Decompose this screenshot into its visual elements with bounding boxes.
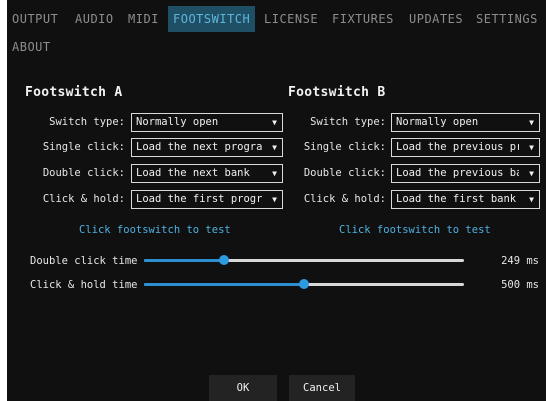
cancel-button[interactable]: Cancel: [289, 375, 355, 401]
select-value: Load the next program: [136, 141, 262, 153]
tab-bar: OUTPUT AUDIO MIDI FOOTSWITCH LICENSE FIX…: [7, 6, 546, 66]
tab-output[interactable]: OUTPUT: [7, 6, 63, 32]
footswitch-b-click-hold-label: Click & hold:: [303, 193, 386, 205]
footswitch-b-switch-type-label: Switch type:: [310, 116, 386, 128]
caret-down-icon: ▼: [529, 169, 534, 178]
caret-down-icon: ▼: [529, 143, 534, 152]
footswitch-b-double-click-label: Double click:: [303, 167, 386, 179]
tab-settings[interactable]: SETTINGS: [471, 6, 543, 32]
footswitch-a-switch-type-label: Switch type:: [49, 116, 125, 128]
slider-knob[interactable]: [299, 279, 309, 289]
footswitch-a-single-click-select[interactable]: Load the next program ▼: [131, 138, 283, 157]
select-value: Load the next bank: [136, 167, 250, 179]
slider-knob[interactable]: [219, 255, 229, 265]
double-click-time-label: Double click time: [30, 255, 138, 267]
tab-midi[interactable]: MIDI: [123, 6, 164, 32]
double-click-time-slider[interactable]: [144, 255, 464, 265]
ok-button[interactable]: OK: [209, 375, 277, 401]
footswitch-a-click-hold-label: Click & hold:: [42, 193, 125, 205]
select-value: Normally open: [396, 116, 479, 128]
footswitch-a-test-link[interactable]: Click footswitch to test: [79, 224, 231, 236]
caret-down-icon: ▼: [529, 195, 534, 204]
footswitch-a-switch-type-select[interactable]: Normally open ▼: [131, 113, 283, 132]
tab-fixtures[interactable]: FIXTURES: [327, 6, 399, 32]
caret-down-icon: ▼: [529, 118, 534, 127]
footswitch-a-double-click-select[interactable]: Load the next bank ▼: [131, 164, 283, 183]
footswitch-a-single-click-label: Single click:: [42, 141, 125, 153]
select-value: Load the previous program: [396, 141, 519, 153]
footswitch-b-title: Footswitch B: [288, 85, 386, 100]
slider-fill: [144, 283, 304, 286]
settings-window: OUTPUT AUDIO MIDI FOOTSWITCH LICENSE FIX…: [7, 0, 546, 401]
footswitch-b-single-click-select[interactable]: Load the previous program ▼: [391, 138, 540, 157]
footswitch-a-double-click-label: Double click:: [42, 167, 125, 179]
select-value: Load the first bank: [396, 193, 517, 205]
slider-fill: [144, 259, 224, 262]
footswitch-b-switch-type-select[interactable]: Normally open ▼: [391, 113, 540, 132]
select-value: Normally open: [136, 116, 219, 128]
click-hold-time-slider[interactable]: [144, 279, 464, 289]
double-click-time-value: 249 ms: [501, 255, 539, 267]
footswitch-b-single-click-label: Single click:: [303, 141, 386, 153]
tab-audio[interactable]: AUDIO: [70, 6, 119, 32]
tab-updates[interactable]: UPDATES: [404, 6, 468, 32]
select-value: Load the previous bank: [396, 167, 519, 179]
tab-about[interactable]: ABOUT: [7, 34, 56, 60]
click-hold-time-value: 500 ms: [501, 279, 539, 291]
tab-license[interactable]: LICENSE: [259, 6, 323, 32]
footswitch-b-double-click-select[interactable]: Load the previous bank ▼: [391, 164, 540, 183]
tab-footswitch[interactable]: FOOTSWITCH: [168, 6, 256, 32]
click-hold-time-label: Click & hold time: [30, 279, 138, 291]
footswitch-a-title: Footswitch A: [25, 85, 123, 100]
footswitch-b-test-link[interactable]: Click footswitch to test: [339, 224, 491, 236]
footswitch-b-click-hold-select[interactable]: Load the first bank ▼: [391, 190, 540, 209]
footswitch-a-click-hold-select[interactable]: Load the first program ▼: [131, 190, 283, 209]
select-value: Load the first program: [136, 193, 262, 205]
